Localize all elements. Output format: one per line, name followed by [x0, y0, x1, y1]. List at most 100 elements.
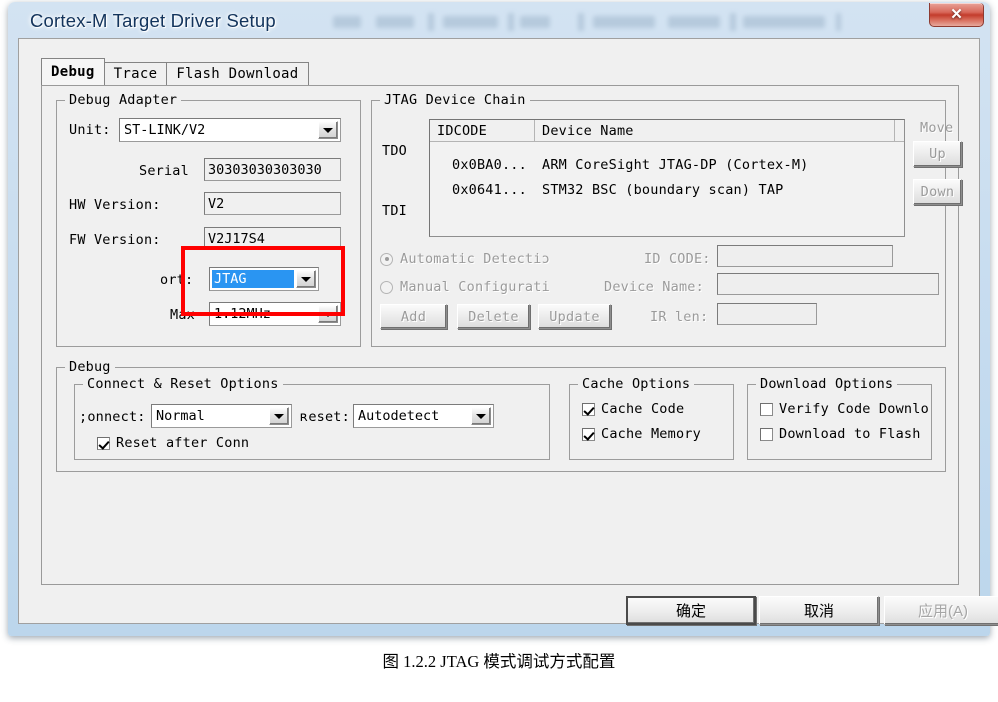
- group-cache-options: Cache Options Cache Code Cache Memory: [569, 376, 734, 460]
- ok-button-label: 确定: [675, 603, 706, 620]
- radio-automatic-detection[interactable]: Automatic Detectiɔ: [380, 251, 550, 267]
- fw-version-field: V2J17S4: [204, 227, 341, 250]
- group-cache-options-legend: Cache Options: [578, 376, 695, 392]
- column-header-device-name[interactable]: Device Name: [535, 120, 895, 141]
- fw-version-value: V2J17S4: [208, 230, 265, 247]
- chevron-down-icon[interactable]: [318, 305, 338, 323]
- ir-len-label: IR len:: [650, 309, 709, 325]
- checkbox-checked-icon: [97, 436, 110, 450]
- cell-idcode: 0x0BA0...: [452, 156, 527, 173]
- group-download-options-legend: Download Options: [756, 376, 898, 392]
- serial-value: 30303030303030: [208, 161, 322, 178]
- tdi-label: TDI: [382, 203, 407, 219]
- checkbox-download-to-flash[interactable]: Download to Flash: [760, 426, 921, 442]
- move-down-button[interactable]: Down: [913, 179, 962, 205]
- max-clock-label: Max: [170, 307, 195, 323]
- checkbox-checked-icon: [582, 402, 595, 416]
- apply-button[interactable]: 应用(A): [884, 596, 998, 625]
- figure-caption: 图 1.2.2 JTAG 模式调试方式配置: [382, 652, 616, 671]
- update-label: Update: [549, 308, 600, 325]
- close-button[interactable]: ✕: [929, 3, 984, 27]
- move-down-label: Down: [920, 184, 955, 200]
- unit-label: Unit:: [69, 122, 111, 138]
- max-clock-combo-value: 1.12MHz: [214, 306, 271, 322]
- group-jtag-device-chain: JTAG Device Chain TDO TDI IDCODE Device …: [371, 92, 962, 347]
- checkbox-download-to-flash-label: Download to Flash: [779, 426, 921, 442]
- chevron-down-icon[interactable]: [269, 407, 289, 425]
- checkbox-verify-code-download-label: Verify Code Downlo: [779, 401, 929, 417]
- port-combo-value: JTAG: [212, 270, 294, 288]
- radio-automatic-detection-label: Automatic Detectiɔ: [400, 251, 550, 267]
- table-row[interactable]: 0x0641... STM32 BSC (boundary scan) TAP: [430, 177, 904, 202]
- unit-combo-value: ST-LINK/V2: [124, 122, 206, 138]
- radio-on-icon: [380, 252, 393, 266]
- cell-device-name: STM32 BSC (boundary scan) TAP: [542, 181, 784, 198]
- connect-combo-value: Normal: [156, 408, 205, 424]
- delete-label: Delete: [468, 308, 519, 325]
- reset-combo-value: Autodetect: [358, 408, 440, 424]
- tab-strip: Debug Trace Flash Download: [41, 58, 309, 85]
- group-connect-reset-options: Connect & Reset Options ;onnect: Normal …: [74, 376, 550, 460]
- checkbox-cache-code[interactable]: Cache Code: [582, 401, 684, 417]
- device-name-field[interactable]: [717, 273, 939, 295]
- checkbox-unchecked-icon: [760, 402, 773, 416]
- serial-label: Serial: [139, 163, 189, 179]
- reset-label: ʀeset:: [300, 409, 350, 425]
- dialog-client-area: Debug Trace Flash Download Debug Adapter…: [18, 38, 998, 625]
- tab-trace[interactable]: Trace: [103, 62, 168, 85]
- column-header-idcode[interactable]: IDCODE: [430, 120, 535, 141]
- chevron-down-icon[interactable]: [471, 407, 491, 425]
- checkbox-cache-memory[interactable]: Cache Memory: [582, 426, 701, 442]
- checkbox-reset-after-connect[interactable]: Reset after Conn: [97, 435, 249, 451]
- chevron-down-icon[interactable]: [296, 270, 316, 288]
- unit-combo[interactable]: ST-LINK/V2: [119, 118, 341, 142]
- radio-manual-configuration-label: Manual Configurati: [400, 279, 550, 295]
- table-row[interactable]: 0x0BA0... ARM CoreSight JTAG-DP (Cortex-…: [430, 152, 904, 177]
- checkbox-cache-memory-label: Cache Memory: [601, 426, 701, 442]
- device-name-label: Device Name:: [604, 279, 704, 295]
- apply-button-label: 应用(A): [918, 603, 968, 620]
- hw-version-label: HW Version:: [69, 197, 161, 213]
- move-up-button[interactable]: Up: [913, 141, 962, 167]
- close-icon: ✕: [950, 6, 963, 23]
- add-button[interactable]: Add: [380, 304, 447, 329]
- ir-len-field[interactable]: [717, 303, 817, 325]
- jtag-chain-table-header: IDCODE Device Name: [430, 120, 904, 142]
- group-debug-adapter: Debug Adapter Unit: ST-LINK/V2 Serial 30…: [56, 92, 361, 347]
- reset-combo[interactable]: Autodetect: [353, 404, 494, 428]
- tab-debug-label: Debug: [51, 64, 95, 80]
- checkbox-verify-code-download[interactable]: Verify Code Downlo: [760, 401, 929, 417]
- group-debug: Debug Connect & Reset Options ;onnect: N…: [56, 359, 946, 472]
- connect-combo[interactable]: Normal: [151, 404, 292, 428]
- tdo-label: TDO: [382, 143, 407, 159]
- radio-manual-configuration[interactable]: Manual Configurati: [380, 279, 550, 295]
- tab-flash-download[interactable]: Flash Download: [166, 62, 309, 85]
- cancel-button[interactable]: 取消: [759, 596, 879, 625]
- cancel-button-label: 取消: [803, 603, 834, 620]
- update-button[interactable]: Update: [538, 304, 611, 329]
- hw-version-value: V2: [208, 195, 225, 212]
- move-up-label: Up: [929, 146, 946, 162]
- radio-off-icon: [380, 280, 393, 294]
- checkbox-checked-icon: [582, 427, 595, 441]
- jtag-device-chain-list[interactable]: IDCODE Device Name 0x0BA0... ARM CoreSig…: [429, 119, 905, 237]
- checkbox-cache-code-label: Cache Code: [601, 401, 685, 417]
- checkbox-unchecked-icon: [760, 427, 773, 441]
- tab-flash-download-label: Flash Download: [176, 66, 299, 82]
- tab-trace-label: Trace: [113, 66, 158, 82]
- tab-page-debug: Debug Adapter Unit: ST-LINK/V2 Serial 30…: [41, 85, 962, 585]
- group-connect-reset-legend: Connect & Reset Options: [83, 376, 283, 392]
- ok-button[interactable]: 确定: [626, 596, 756, 625]
- chevron-down-icon[interactable]: [318, 121, 338, 139]
- group-debug-legend: Debug: [65, 359, 115, 375]
- connect-label: ;onnect:: [79, 409, 146, 425]
- id-code-field[interactable]: [717, 245, 893, 267]
- dialog-window: Cortex-M Target Driver Setup ✕ Debug Tra…: [8, 2, 998, 636]
- tab-debug[interactable]: Debug: [41, 58, 105, 85]
- id-code-label: ID CODE:: [644, 251, 711, 267]
- port-combo[interactable]: JTAG: [209, 267, 319, 291]
- max-clock-combo[interactable]: 1.12MHz: [209, 302, 341, 326]
- serial-field: 30303030303030: [204, 158, 341, 181]
- cell-idcode: 0x0641...: [452, 181, 527, 198]
- delete-button[interactable]: Delete: [457, 304, 530, 329]
